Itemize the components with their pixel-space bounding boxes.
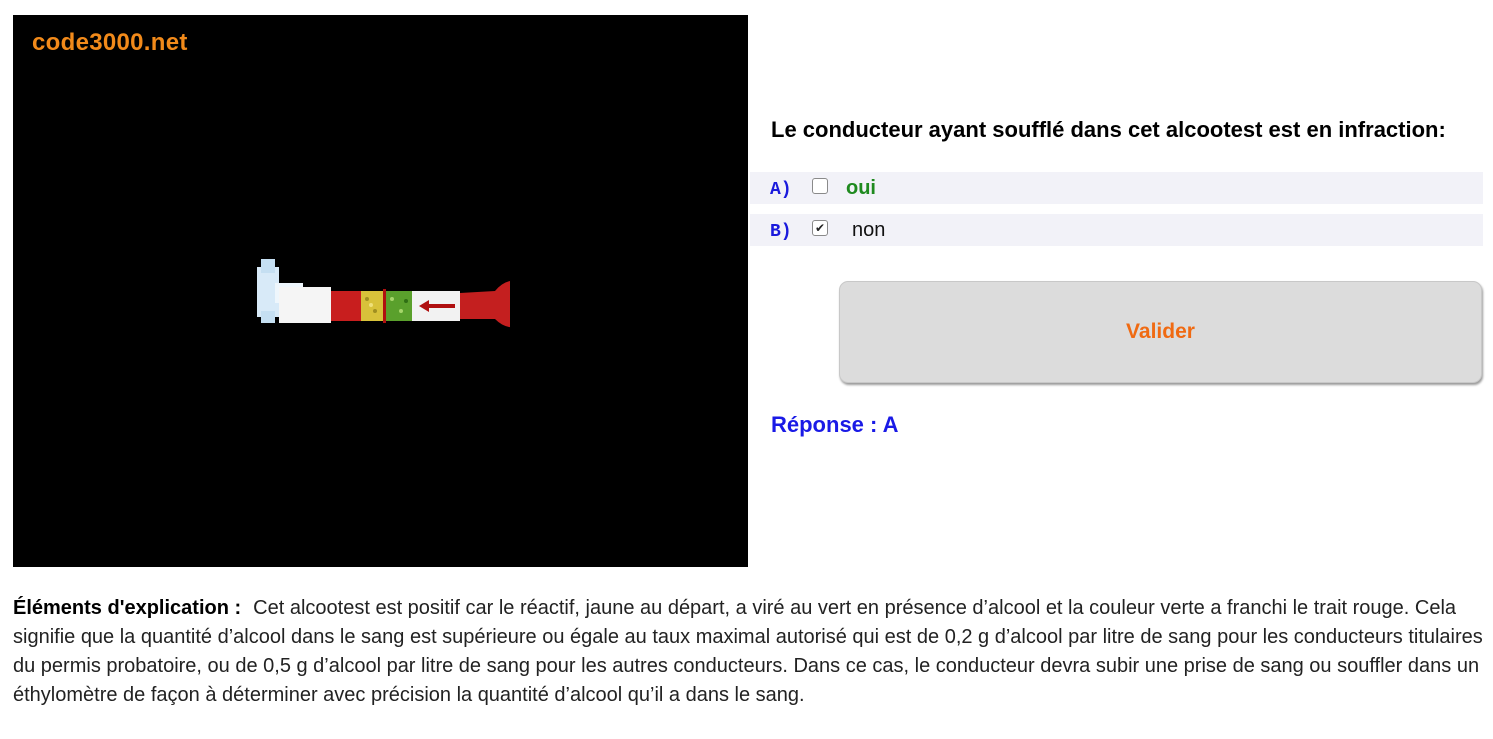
breathalyzer-illustration [257,259,510,328]
answer-result: Réponse : A [771,412,899,437]
answer-option-b[interactable]: B) ✔ non [750,214,1483,246]
option-b-label: non [852,219,886,241]
option-letter: A) [770,180,792,200]
brand-watermark: code3000.net [32,29,188,56]
explanation: Éléments d'explication : Cet alcootest es… [13,594,1483,710]
answer-option-a[interactable]: A) oui [750,172,1483,204]
validate-button[interactable]: Valider [839,281,1482,383]
option-a-label: oui [846,177,876,199]
question-text: Le conducteur ayant soufflé dans cet alc… [771,117,1446,142]
option-b-checkbox[interactable]: ✔ [812,220,828,236]
checkmark-icon: ✔ [814,221,826,235]
option-a-checkbox[interactable] [812,178,828,194]
option-letter: B) [770,222,792,242]
explanation-label: Éléments d'explication : [13,597,242,619]
question-image: code3000.net [13,15,748,567]
